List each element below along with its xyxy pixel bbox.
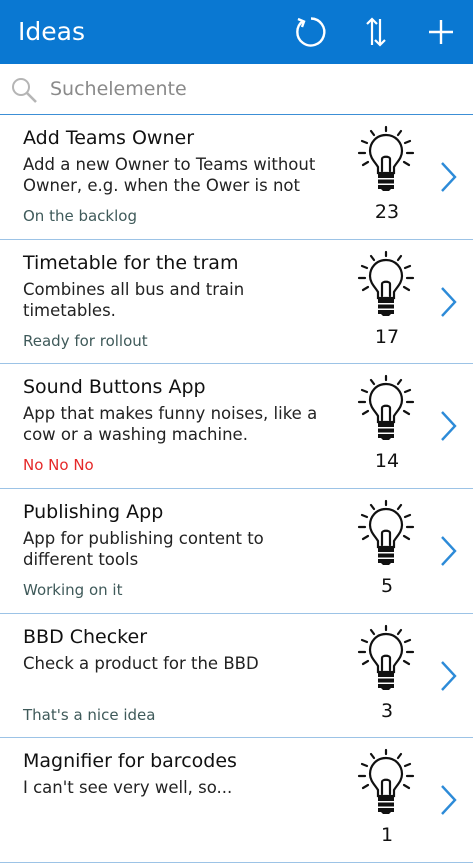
vote-count: 1 [380,824,394,847]
vote-count: 23 [374,201,400,223]
vote-count: 14 [374,450,400,473]
search-icon [12,78,37,103]
add-idea-button[interactable] [421,12,461,52]
idea-status: Ready for rollout [23,331,148,350]
lightbulb-icon[interactable] [356,748,416,815]
lightbulb-icon[interactable] [356,624,416,690]
refresh-icon [296,17,326,47]
list-item[interactable]: Add Teams Owner Add a new Owner to Teams… [0,115,473,240]
chevron-right-icon[interactable] [436,160,460,194]
search-input[interactable] [50,74,450,104]
ideas-list: Add Teams Owner Add a new Owner to Teams… [0,115,473,863]
idea-description: Add a new Owner to Teams without Owner, … [23,155,316,195]
idea-description: Combines all bus and train timetables. [23,279,245,320]
sort-button[interactable] [356,12,396,52]
refresh-button[interactable] [291,12,331,52]
chevron-right-icon[interactable] [436,659,460,693]
idea-description: Check a product for the BBD [23,653,259,673]
chevron-right-icon[interactable] [436,783,460,817]
idea-status: On the backlog [23,207,137,225]
idea-description: App for publishing content to different … [23,529,264,570]
lightbulb-icon[interactable] [356,374,416,441]
idea-description: App that makes funny noises, like a cow … [23,404,318,445]
chevron-right-icon[interactable] [436,534,460,568]
idea-status: Working on it [23,581,123,600]
page-title: Ideas [18,17,85,46]
list-item[interactable]: Magnifier for barcodes I can't see very … [0,738,473,863]
idea-title: Add Teams Owner [23,127,195,149]
idea-status: No No No [23,456,94,475]
lightbulb-icon[interactable] [356,499,416,566]
app-header: Ideas [0,0,473,64]
lightbulb-icon[interactable] [356,250,416,316]
list-item[interactable]: BBD Checker Check a product for the BBD … [0,614,473,739]
list-item[interactable]: Sound Buttons App App that makes funny n… [0,364,473,490]
search-bar [0,64,473,115]
sort-icon [366,17,386,47]
list-item[interactable]: Publishing App App for publishing conten… [0,489,473,614]
chevron-right-icon[interactable] [436,409,460,443]
vote-count: 3 [380,699,394,722]
idea-description: I can't see very well, so... [23,778,233,798]
lightbulb-icon[interactable] [356,125,416,191]
vote-count: 17 [374,325,400,348]
idea-title: Timetable for the tram [23,251,239,274]
idea-title: Sound Buttons App [23,376,206,399]
list-item[interactable]: Timetable for the tram Combines all bus … [0,240,473,365]
idea-title: Magnifier for barcodes [23,750,237,773]
chevron-right-icon[interactable] [436,285,460,319]
idea-status: That's a nice idea [23,705,156,724]
plus-icon [429,20,453,44]
idea-title: Publishing App [23,501,164,524]
idea-title: BBD Checker [23,625,148,648]
vote-count: 5 [380,575,394,598]
